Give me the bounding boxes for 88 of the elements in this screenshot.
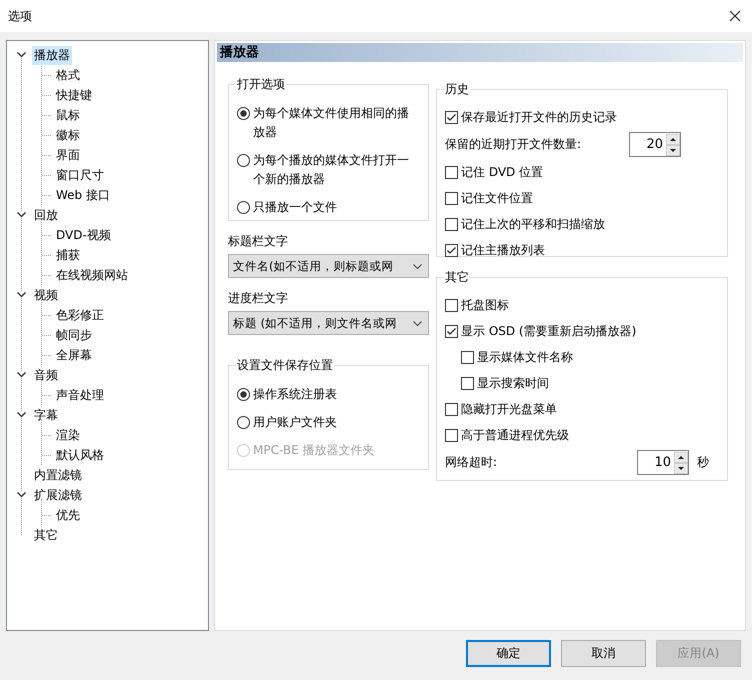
option-label: 显示 OSD (需要重新启动播放器)	[461, 322, 636, 340]
spin-label: 保留的近期打开文件数量:	[445, 136, 582, 153]
tree-item[interactable]: 优先	[54, 506, 82, 524]
chevron-down-icon[interactable]	[17, 212, 26, 218]
tree-item[interactable]: 回放	[32, 206, 60, 224]
option-label: 记住 DVD 位置	[461, 164, 544, 180]
down-arrow-icon[interactable]	[666, 144, 680, 156]
tree-item[interactable]: 窗口尺寸	[54, 166, 106, 184]
option-label: 显示媒体文件名称	[477, 348, 573, 366]
chevron-down-icon[interactable]	[17, 372, 26, 378]
caret-icon	[413, 264, 422, 268]
checkbox[interactable]	[445, 324, 458, 338]
radio-button[interactable]	[237, 107, 250, 120]
tree-item[interactable]: 全屏幕	[54, 346, 94, 364]
group-title: 历史	[444, 81, 470, 98]
tree-item[interactable]: 界面	[54, 146, 82, 164]
option-label: 记住上次的平移和扫描缩放	[461, 216, 605, 232]
option-label: 操作系统注册表	[253, 386, 337, 403]
up-arrow-icon[interactable]	[674, 452, 688, 462]
option-label: 为每个播放的媒体文件打开一个新的播放器	[253, 152, 410, 188]
chevron-down-icon[interactable]	[17, 492, 26, 498]
tree-item[interactable]: DVD-视频	[54, 226, 113, 244]
field-label: 进度栏文字	[228, 290, 289, 307]
unit-label: 秒	[697, 454, 709, 471]
tree-item[interactable]: 视频	[32, 286, 60, 304]
tree-item[interactable]: 默认风格	[54, 446, 106, 464]
tree-item[interactable]: 快捷键	[54, 86, 94, 104]
radio-button[interactable]	[237, 201, 250, 214]
tree-item[interactable]: 在线视频网站	[54, 266, 130, 284]
tree-item[interactable]: 捕获	[54, 246, 82, 264]
window-title: 选项	[8, 8, 32, 24]
option-label: 用户账户文件夹	[253, 414, 337, 431]
tree-item[interactable]: Web 接口	[54, 186, 112, 204]
radio-button[interactable]	[237, 154, 250, 167]
checkbox[interactable]	[461, 350, 474, 364]
spin-label: 网络超时:	[445, 454, 498, 471]
option-label: 只播放一个文件	[253, 199, 337, 216]
option-label: 记住文件位置	[461, 190, 533, 206]
option-label: 隐藏打开光盘菜单	[461, 400, 557, 418]
group-title: 其它	[444, 269, 470, 286]
caret-icon	[413, 320, 422, 326]
checkbox[interactable]	[445, 428, 458, 442]
dialog-button[interactable]: 确定	[466, 640, 551, 667]
close-icon[interactable]	[729, 10, 741, 22]
tree-item[interactable]: 内置滤镜	[32, 466, 84, 484]
option-label: 记住主播放列表	[461, 242, 545, 258]
option-label: 显示搜索时间	[477, 374, 549, 392]
checkbox[interactable]	[445, 244, 458, 256]
option-label: 为每个媒体文件使用相同的播放器	[253, 105, 410, 141]
up-arrow-icon[interactable]	[666, 134, 680, 144]
tree-item[interactable]: 帧同步	[54, 326, 94, 344]
dropdown[interactable]: 文件名(如不适用，则标题或网	[228, 254, 429, 278]
option-label: 保存最近打开文件的历史记录	[461, 108, 617, 126]
group-title: 打开选项	[236, 76, 286, 93]
checkbox[interactable]	[445, 298, 458, 312]
tree-item[interactable]: 声音处理	[54, 386, 106, 404]
field-label: 标题栏文字	[228, 233, 289, 250]
checkbox[interactable]	[445, 218, 458, 230]
dialog-button[interactable]: 取消	[561, 640, 646, 667]
checkbox[interactable]	[445, 166, 458, 178]
checkbox[interactable]	[445, 110, 458, 124]
radio-button[interactable]	[237, 388, 250, 401]
down-arrow-icon[interactable]	[674, 462, 688, 474]
radio-button[interactable]	[237, 416, 250, 429]
chevron-down-icon[interactable]	[17, 52, 26, 58]
option-label: 托盘图标	[461, 296, 509, 314]
chevron-down-icon[interactable]	[17, 412, 26, 418]
tree-item[interactable]: 渲染	[54, 426, 82, 444]
chevron-down-icon[interactable]	[17, 292, 26, 298]
tree-item[interactable]: 徽标	[54, 126, 82, 144]
checkbox[interactable]	[445, 192, 458, 204]
tree-item[interactable]: 其它	[32, 526, 60, 544]
dropdown[interactable]: 标题 (如不适用，则文件名或网	[228, 311, 429, 335]
tree-item[interactable]: 格式	[54, 66, 82, 84]
number-field[interactable]: 10	[637, 450, 689, 475]
group-title: 设置文件保存位置	[236, 357, 334, 374]
option-label: MPC-BE 播放器文件夹	[253, 442, 374, 459]
tree-item[interactable]: 色彩修正	[54, 306, 106, 324]
tree-item[interactable]: 鼠标	[54, 106, 82, 124]
checkbox[interactable]	[445, 402, 458, 416]
tree-item[interactable]: 播放器	[32, 46, 72, 64]
tree-item[interactable]: 扩展滤镜	[32, 486, 84, 504]
checkbox[interactable]	[461, 376, 474, 390]
number-field[interactable]: 20	[629, 132, 681, 157]
tree-item[interactable]: 音频	[32, 366, 60, 384]
page-heading: 播放器	[217, 43, 743, 62]
tree-item[interactable]: 字幕	[32, 406, 60, 424]
option-label: 高于普通进程优先级	[461, 426, 569, 444]
